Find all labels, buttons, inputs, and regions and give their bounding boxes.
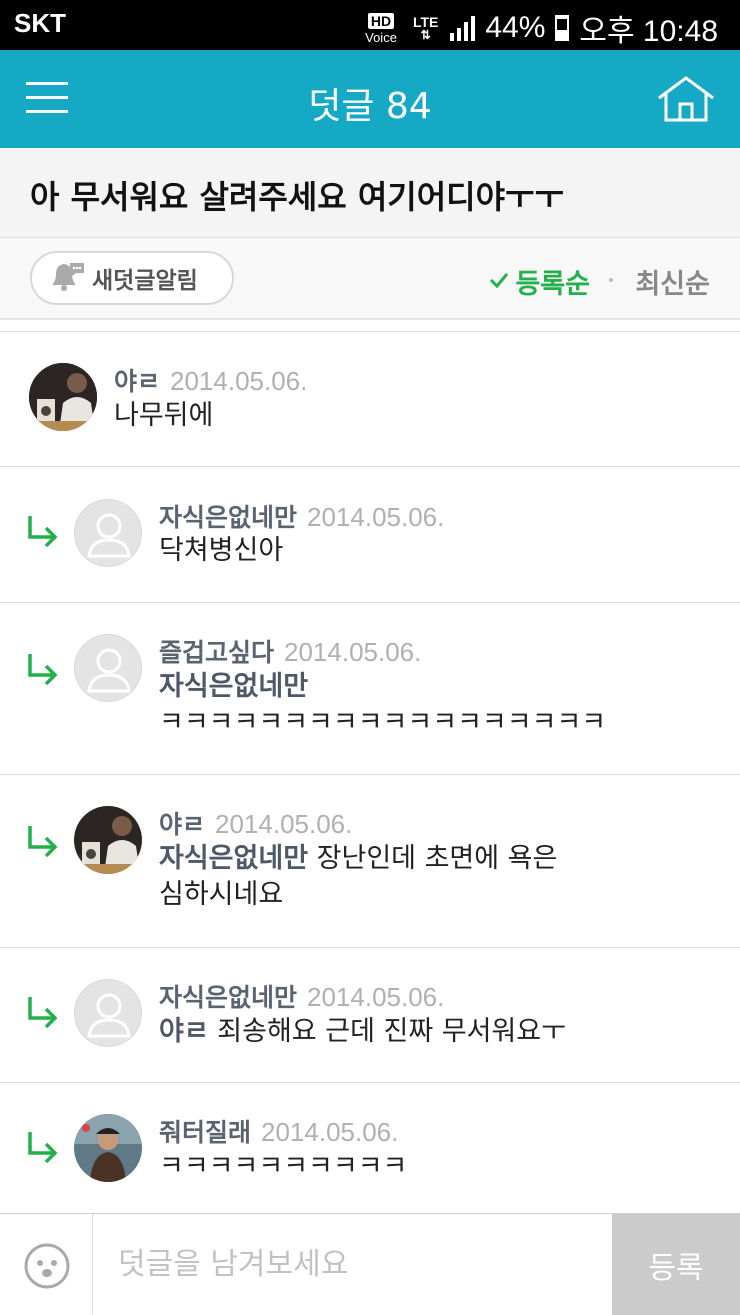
reply-arrow-icon — [26, 994, 60, 1032]
comment-composer: 등록 — [0, 1213, 740, 1315]
sort-separator — [609, 278, 613, 282]
reply-arrow-icon — [26, 651, 60, 689]
carrier-label: SKT — [14, 8, 66, 38]
battery-icon — [555, 15, 570, 41]
avatar[interactable] — [74, 1114, 142, 1182]
comment-author[interactable]: 자식은없네만 — [159, 498, 297, 534]
avatar-icon[interactable] — [74, 499, 142, 567]
lte-icon: LTE ⇅ — [412, 14, 439, 42]
comment-item: 야ㄹ 2014.05.06. 자식은없네만 장난인데 초면에 욕은 심하시네요 — [0, 775, 740, 948]
emoji-button[interactable] — [0, 1214, 93, 1315]
bell-icon — [48, 261, 86, 295]
comment-author[interactable]: 야ㄹ — [114, 362, 160, 398]
battery-percent: 44% — [485, 11, 546, 44]
new-comment-alert-button[interactable]: 새덧글알림 — [30, 251, 234, 305]
comment-date: 2014.05.06. — [307, 502, 445, 532]
reply-arrow-icon — [26, 1129, 60, 1167]
comment-meta: 자식은없네만 2014.05.06. — [159, 978, 444, 1014]
comment-item: 즐겁고싶다 2014.05.06. 자식은없네만 ㅋㅋㅋㅋㅋㅋㅋㅋㅋㅋㅋㅋㅋㅋㅋ… — [0, 603, 740, 775]
post-title-bar: 아 무서워요 살려주세요 여기어디야ㅜㅜ — [0, 148, 740, 238]
comment-mention[interactable]: 야ㄹ — [159, 1016, 209, 1047]
sort-registered-label: 등록순 — [515, 269, 590, 300]
comment-item: 야ㄹ 2014.05.06. 나무뒤에 — [0, 332, 740, 467]
comment-author[interactable]: 즐겁고싶다 — [159, 633, 274, 669]
comment-mention[interactable]: 자식은없네만 — [159, 843, 308, 874]
comment-item: 자식은없네만 2014.05.06. 닥쳐병신아 — [0, 467, 740, 603]
submit-comment-button[interactable]: 등록 — [612, 1214, 740, 1315]
comment-author[interactable]: 자식은없네만 — [159, 978, 297, 1014]
status-right: HD Voice LTE ⇅ 44% 오후 10:48 — [365, 6, 718, 50]
post-title: 아 무서워요 살려주세요 여기어디야ㅜㅜ — [30, 178, 564, 216]
comment-text: 야ㄹ 죄송해요 근데 진짜 무서워요ㅜ — [159, 1014, 566, 1050]
comment-meta: 야ㄹ 2014.05.06. — [159, 805, 352, 841]
avatar-icon[interactable] — [74, 634, 142, 702]
comment-item: 자식은없네만 2014.05.06. 야ㄹ 죄송해요 근데 진짜 무서워요ㅜ — [0, 948, 740, 1083]
comment-item: 줘터질래 2014.05.06. ㅋㅋㅋㅋㅋㅋㅋㅋㅋㅋ — [0, 1083, 740, 1213]
comment-author[interactable]: 줘터질래 — [159, 1113, 251, 1149]
comment-input[interactable] — [94, 1214, 612, 1315]
comment-text: 나무뒤에 — [114, 400, 214, 431]
comment-text-line1: 죄송해요 근데 진짜 무서워요ㅜ — [217, 1016, 566, 1047]
avatar[interactable] — [29, 363, 97, 431]
comment-meta: 줘터질래 2014.05.06. — [159, 1113, 398, 1149]
comment-mention[interactable]: 자식은없네만 — [159, 671, 308, 702]
comment-meta: 야ㄹ 2014.05.06. — [114, 362, 307, 398]
comment-text-line2: 심하시네요 — [159, 879, 284, 910]
avatar-icon[interactable] — [74, 979, 142, 1047]
comment-date: 2014.05.06. — [284, 637, 422, 667]
page-title: 덧글 84 — [308, 86, 432, 127]
comment-meta: 즐겁고싶다 2014.05.06. — [159, 633, 421, 669]
comment-text: 닥쳐병신아 — [159, 535, 284, 566]
comment-text: 자식은없네만 ㅋㅋㅋㅋㅋㅋㅋㅋㅋㅋㅋㅋㅋㅋㅋㅋㅋㅋ — [159, 669, 606, 741]
comment-text: 자식은없네만 장난인데 초면에 욕은 심하시네요 — [159, 841, 557, 913]
hd-voice-icon: HD Voice — [365, 12, 397, 45]
lte-label: LTE — [412, 14, 439, 30]
sort-latest-tab[interactable]: 최신순 — [635, 262, 710, 301]
comment-text: ㅋㅋㅋㅋㅋㅋㅋㅋㅋㅋ — [159, 1151, 408, 1182]
comment-text-line1: 장난인데 초면에 욕은 — [316, 843, 558, 874]
status-bar: SKT HD Voice LTE ⇅ 44% 오후 10:48 — [0, 0, 740, 50]
comment-meta: 자식은없네만 2014.05.06. — [159, 498, 444, 534]
comment-date: 2014.05.06. — [307, 982, 445, 1012]
signal-icon — [450, 15, 476, 41]
comment-date: 2014.05.06. — [170, 366, 308, 396]
comment-text-line2: ㅋㅋㅋㅋㅋㅋㅋㅋㅋㅋㅋㅋㅋㅋㅋㅋㅋㅋ — [159, 707, 607, 738]
comment-date: 2014.05.06. — [215, 809, 353, 839]
comment-author[interactable]: 야ㄹ — [159, 805, 205, 841]
hd-label: HD — [367, 12, 395, 29]
reply-arrow-icon — [26, 513, 60, 551]
new-comment-alert-label: 새덧글알림 — [92, 268, 198, 294]
home-icon[interactable] — [656, 74, 716, 128]
sort-bar: 새덧글알림 등록순 최신순 — [0, 238, 740, 320]
header-bar: 덧글 84 — [0, 50, 740, 148]
voice-label: Voice — [365, 29, 397, 45]
check-icon — [489, 271, 509, 293]
emoji-icon — [23, 1242, 71, 1294]
sort-registered-tab[interactable]: 등록순 — [489, 262, 590, 301]
clock: 오후 10:48 — [579, 15, 718, 48]
avatar[interactable] — [74, 806, 142, 874]
reply-arrow-icon — [26, 823, 60, 861]
comment-date: 2014.05.06. — [261, 1117, 399, 1147]
